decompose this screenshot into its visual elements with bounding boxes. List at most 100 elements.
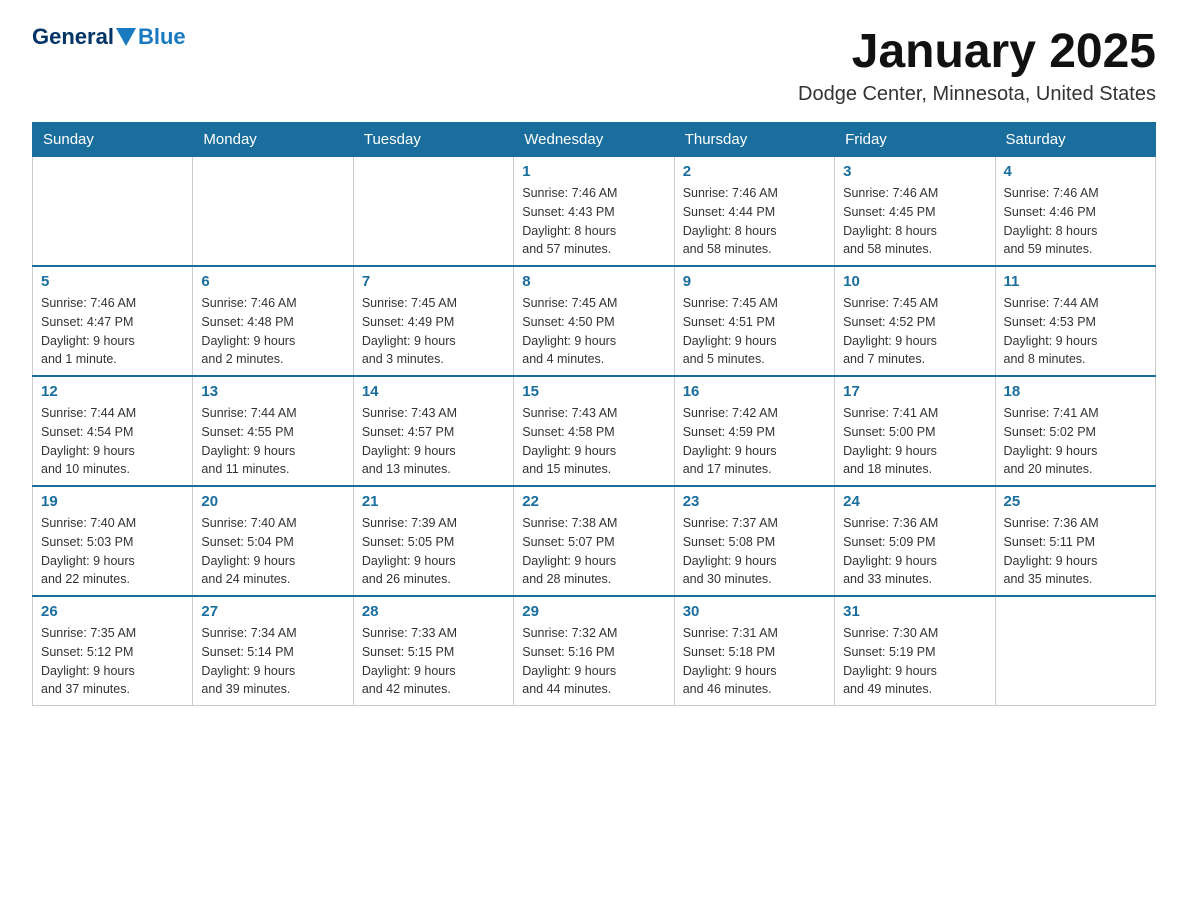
- calendar-day-cell: [995, 596, 1155, 706]
- day-number: 4: [1004, 163, 1147, 180]
- column-header-friday: Friday: [835, 123, 995, 157]
- day-info: Sunrise: 7:44 AM Sunset: 4:54 PM Dayligh…: [41, 404, 184, 479]
- day-info: Sunrise: 7:46 AM Sunset: 4:44 PM Dayligh…: [683, 184, 826, 259]
- day-info: Sunrise: 7:46 AM Sunset: 4:47 PM Dayligh…: [41, 294, 184, 369]
- day-number: 3: [843, 163, 986, 180]
- calendar-day-cell: 21 Sunrise: 7:39 AM Sunset: 5:05 PM Dayli…: [353, 486, 513, 596]
- day-info: Sunrise: 7:44 AM Sunset: 4:55 PM Dayligh…: [201, 404, 344, 479]
- day-number: 1: [522, 163, 665, 180]
- calendar-day-cell: 29Sunrise: 7:32 AM Sunset: 5:16 PM Dayli…: [514, 596, 674, 706]
- calendar-week-row: 5 Sunrise: 7:46 AM Sunset: 4:47 PM Daylig…: [33, 266, 1156, 376]
- day-info: Sunrise: 7:33 AM Sunset: 5:15 PM Dayligh…: [362, 624, 505, 699]
- logo-general-text: General: [32, 24, 114, 50]
- calendar-day-cell: 12Sunrise: 7:44 AM Sunset: 4:54 PM Dayli…: [33, 376, 193, 486]
- calendar-day-cell: 7 Sunrise: 7:45 AM Sunset: 4:49 PM Daylig…: [353, 266, 513, 376]
- day-number: 10: [843, 273, 986, 290]
- day-number: 16: [683, 383, 826, 400]
- day-info: Sunrise: 7:41 AM Sunset: 5:00 PM Dayligh…: [843, 404, 986, 479]
- day-number: 23: [683, 493, 826, 510]
- calendar-day-cell: 8Sunrise: 7:45 AM Sunset: 4:50 PM Daylig…: [514, 266, 674, 376]
- calendar-title: January 2025: [798, 24, 1156, 79]
- day-info: Sunrise: 7:42 AM Sunset: 4:59 PM Dayligh…: [683, 404, 826, 479]
- day-info: Sunrise: 7:45 AM Sunset: 4:51 PM Dayligh…: [683, 294, 826, 369]
- calendar-day-cell: 5 Sunrise: 7:46 AM Sunset: 4:47 PM Daylig…: [33, 266, 193, 376]
- calendar-day-cell: 1 Sunrise: 7:46 AM Sunset: 4:43 PM Daylig…: [514, 157, 674, 267]
- calendar-header-row: SundayMondayTuesdayWednesdayThursdayFrid…: [33, 123, 1156, 157]
- day-info: Sunrise: 7:38 AM Sunset: 5:07 PM Dayligh…: [522, 514, 665, 589]
- calendar-day-cell: 9Sunrise: 7:45 AM Sunset: 4:51 PM Daylig…: [674, 266, 834, 376]
- calendar-day-cell: [193, 157, 353, 267]
- calendar-day-cell: 30Sunrise: 7:31 AM Sunset: 5:18 PM Dayli…: [674, 596, 834, 706]
- day-info: Sunrise: 7:45 AM Sunset: 4:50 PM Dayligh…: [522, 294, 665, 369]
- calendar-day-cell: 2 Sunrise: 7:46 AM Sunset: 4:44 PM Daylig…: [674, 157, 834, 267]
- day-number: 31: [843, 603, 986, 620]
- day-info: Sunrise: 7:46 AM Sunset: 4:45 PM Dayligh…: [843, 184, 986, 259]
- calendar-day-cell: 11 Sunrise: 7:44 AM Sunset: 4:53 PM Dayli…: [995, 266, 1155, 376]
- calendar-day-cell: 18 Sunrise: 7:41 AM Sunset: 5:02 PM Dayli…: [995, 376, 1155, 486]
- day-number: 19: [41, 493, 184, 510]
- calendar-subtitle: Dodge Center, Minnesota, United States: [798, 83, 1156, 106]
- day-info: Sunrise: 7:36 AM Sunset: 5:11 PM Dayligh…: [1004, 514, 1147, 589]
- calendar-day-cell: 4 Sunrise: 7:46 AM Sunset: 4:46 PM Daylig…: [995, 157, 1155, 267]
- calendar-day-cell: 16 Sunrise: 7:42 AM Sunset: 4:59 PM Dayli…: [674, 376, 834, 486]
- day-number: 2: [683, 163, 826, 180]
- day-number: 6: [201, 273, 344, 290]
- day-info: Sunrise: 7:36 AM Sunset: 5:09 PM Dayligh…: [843, 514, 986, 589]
- column-header-thursday: Thursday: [674, 123, 834, 157]
- calendar-day-cell: [353, 157, 513, 267]
- column-header-saturday: Saturday: [995, 123, 1155, 157]
- column-header-monday: Monday: [193, 123, 353, 157]
- day-info: Sunrise: 7:37 AM Sunset: 5:08 PM Dayligh…: [683, 514, 826, 589]
- day-number: 25: [1004, 493, 1147, 510]
- calendar-day-cell: 22 Sunrise: 7:38 AM Sunset: 5:07 PM Dayli…: [514, 486, 674, 596]
- day-number: 7: [362, 273, 505, 290]
- day-info: Sunrise: 7:44 AM Sunset: 4:53 PM Dayligh…: [1004, 294, 1147, 369]
- day-info: Sunrise: 7:32 AM Sunset: 5:16 PM Dayligh…: [522, 624, 665, 699]
- calendar-day-cell: 10Sunrise: 7:45 AM Sunset: 4:52 PM Dayli…: [835, 266, 995, 376]
- column-header-tuesday: Tuesday: [353, 123, 513, 157]
- day-number: 5: [41, 273, 184, 290]
- calendar-day-cell: 6 Sunrise: 7:46 AM Sunset: 4:48 PM Daylig…: [193, 266, 353, 376]
- day-info: Sunrise: 7:30 AM Sunset: 5:19 PM Dayligh…: [843, 624, 986, 699]
- day-info: Sunrise: 7:41 AM Sunset: 5:02 PM Dayligh…: [1004, 404, 1147, 479]
- calendar-day-cell: [33, 157, 193, 267]
- calendar-day-cell: 27 Sunrise: 7:34 AM Sunset: 5:14 PM Dayli…: [193, 596, 353, 706]
- calendar-day-cell: 15 Sunrise: 7:43 AM Sunset: 4:58 PM Dayli…: [514, 376, 674, 486]
- calendar-day-cell: 13Sunrise: 7:44 AM Sunset: 4:55 PM Dayli…: [193, 376, 353, 486]
- day-number: 27: [201, 603, 344, 620]
- calendar-day-cell: 14 Sunrise: 7:43 AM Sunset: 4:57 PM Dayli…: [353, 376, 513, 486]
- calendar-day-cell: 25 Sunrise: 7:36 AM Sunset: 5:11 PM Dayli…: [995, 486, 1155, 596]
- day-info: Sunrise: 7:46 AM Sunset: 4:46 PM Dayligh…: [1004, 184, 1147, 259]
- day-info: Sunrise: 7:39 AM Sunset: 5:05 PM Dayligh…: [362, 514, 505, 589]
- calendar-day-cell: 28Sunrise: 7:33 AM Sunset: 5:15 PM Dayli…: [353, 596, 513, 706]
- calendar-day-cell: 19Sunrise: 7:40 AM Sunset: 5:03 PM Dayli…: [33, 486, 193, 596]
- day-number: 21: [362, 493, 505, 510]
- day-number: 14: [362, 383, 505, 400]
- calendar-day-cell: 26Sunrise: 7:35 AM Sunset: 5:12 PM Dayli…: [33, 596, 193, 706]
- day-number: 20: [201, 493, 344, 510]
- calendar-day-cell: 3 Sunrise: 7:46 AM Sunset: 4:45 PM Daylig…: [835, 157, 995, 267]
- calendar-day-cell: 31 Sunrise: 7:30 AM Sunset: 5:19 PM Dayli…: [835, 596, 995, 706]
- logo-triangle-icon: [116, 28, 136, 46]
- calendar-day-cell: 20 Sunrise: 7:40 AM Sunset: 5:04 PM Dayli…: [193, 486, 353, 596]
- column-header-sunday: Sunday: [33, 123, 193, 157]
- day-info: Sunrise: 7:46 AM Sunset: 4:48 PM Dayligh…: [201, 294, 344, 369]
- day-number: 11: [1004, 273, 1147, 290]
- calendar-week-row: 1 Sunrise: 7:46 AM Sunset: 4:43 PM Daylig…: [33, 157, 1156, 267]
- logo: General Blue: [32, 24, 186, 50]
- day-number: 18: [1004, 383, 1147, 400]
- day-info: Sunrise: 7:46 AM Sunset: 4:43 PM Dayligh…: [522, 184, 665, 259]
- day-info: Sunrise: 7:43 AM Sunset: 4:58 PM Dayligh…: [522, 404, 665, 479]
- calendar-table: SundayMondayTuesdayWednesdayThursdayFrid…: [32, 122, 1156, 706]
- day-number: 22: [522, 493, 665, 510]
- day-info: Sunrise: 7:40 AM Sunset: 5:04 PM Dayligh…: [201, 514, 344, 589]
- day-info: Sunrise: 7:34 AM Sunset: 5:14 PM Dayligh…: [201, 624, 344, 699]
- logo-blue-text: Blue: [138, 24, 186, 50]
- day-number: 15: [522, 383, 665, 400]
- day-number: 24: [843, 493, 986, 510]
- day-info: Sunrise: 7:35 AM Sunset: 5:12 PM Dayligh…: [41, 624, 184, 699]
- day-info: Sunrise: 7:45 AM Sunset: 4:49 PM Dayligh…: [362, 294, 505, 369]
- day-info: Sunrise: 7:43 AM Sunset: 4:57 PM Dayligh…: [362, 404, 505, 479]
- calendar-day-cell: 17Sunrise: 7:41 AM Sunset: 5:00 PM Dayli…: [835, 376, 995, 486]
- calendar-week-row: 12Sunrise: 7:44 AM Sunset: 4:54 PM Dayli…: [33, 376, 1156, 486]
